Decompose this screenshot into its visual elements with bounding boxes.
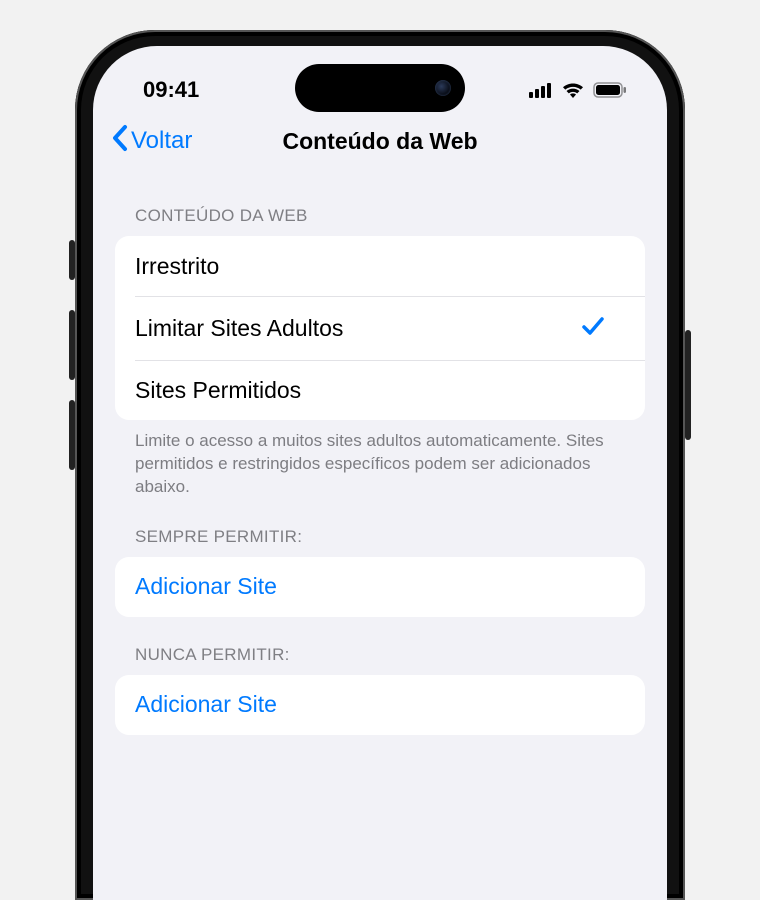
- section-header-always-allow: SEMPRE PERMITIR:: [115, 527, 645, 547]
- content-area: CONTEÚDO DA WEB Irrestrito Limitar Sites…: [93, 206, 667, 735]
- dynamic-island: [295, 64, 465, 112]
- nav-bar: Voltar Conteúdo da Web: [93, 110, 667, 170]
- never-allow-list: Adicionar Site: [115, 675, 645, 735]
- volume-up-button: [69, 310, 75, 380]
- section-footer-web-content: Limite o acesso a muitos sites adultos a…: [115, 420, 645, 499]
- screen: 09:41: [93, 46, 667, 900]
- option-unrestricted[interactable]: Irrestrito: [115, 236, 645, 296]
- front-camera: [435, 80, 451, 96]
- option-limit-adult[interactable]: Limitar Sites Adultos: [135, 296, 645, 360]
- option-allowed-only[interactable]: Sites Permitidos: [135, 360, 645, 420]
- phone-frame: 09:41: [75, 30, 685, 900]
- add-site-always-allow[interactable]: Adicionar Site: [115, 557, 645, 617]
- option-label: Sites Permitidos: [135, 377, 301, 404]
- section-header-web-content: CONTEÚDO DA WEB: [115, 206, 645, 226]
- back-label: Voltar: [131, 127, 192, 155]
- checkmark-icon: [581, 313, 605, 344]
- status-time: 09:41: [143, 77, 199, 103]
- back-button[interactable]: Voltar: [111, 124, 192, 159]
- wifi-icon: [561, 81, 585, 99]
- always-allow-list: Adicionar Site: [115, 557, 645, 617]
- add-site-label: Adicionar Site: [135, 691, 277, 718]
- status-icons: [529, 81, 627, 99]
- mute-switch: [69, 240, 75, 280]
- battery-icon: [593, 82, 627, 98]
- web-content-options: Irrestrito Limitar Sites Adultos: [115, 236, 645, 420]
- power-button: [685, 330, 691, 440]
- volume-down-button: [69, 400, 75, 470]
- option-label: Irrestrito: [135, 253, 219, 280]
- chevron-left-icon: [111, 124, 129, 159]
- add-site-never-allow[interactable]: Adicionar Site: [115, 675, 645, 735]
- section-header-never-allow: NUNCA PERMITIR:: [115, 645, 645, 665]
- add-site-label: Adicionar Site: [135, 573, 277, 600]
- cellular-icon: [529, 82, 553, 98]
- option-label: Limitar Sites Adultos: [135, 315, 343, 342]
